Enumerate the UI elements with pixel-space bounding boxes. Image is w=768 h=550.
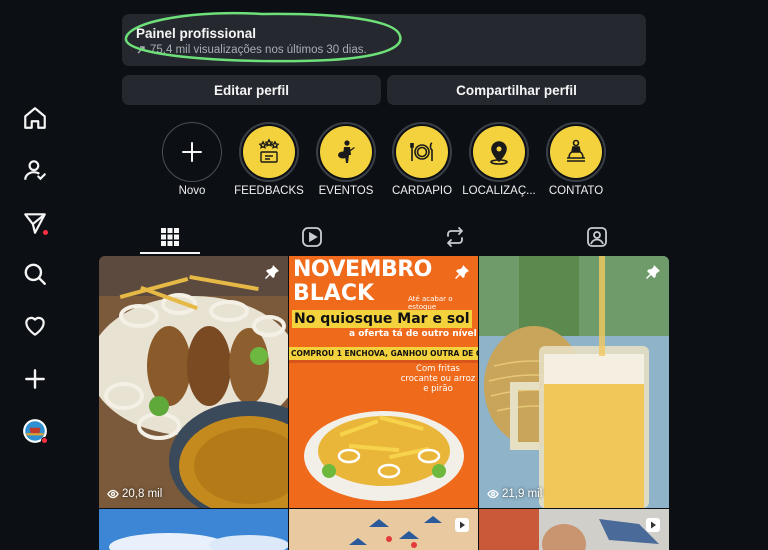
create-icon[interactable] bbox=[19, 363, 51, 395]
highlight-label: FEEDBACKS bbox=[234, 185, 304, 197]
share-profile-button[interactable]: Compartilhar perfil bbox=[387, 75, 646, 105]
post-tile-beer-glass[interactable]: 21,9 mil bbox=[479, 256, 669, 508]
heart-icon[interactable] bbox=[19, 310, 51, 342]
feedback-stars-icon bbox=[258, 138, 280, 163]
dashboard-subtitle: 75,4 mil visualizações nos últimos 30 di… bbox=[150, 44, 367, 56]
tab-reposts[interactable] bbox=[425, 220, 485, 254]
views-icon bbox=[107, 489, 119, 499]
side-navigation bbox=[0, 0, 70, 550]
poster-headline: NOVEMBRO bbox=[293, 257, 432, 282]
post-tile-novembro-black[interactable]: NOVEMBRO BLACK Até acabar o estoque No q… bbox=[289, 256, 478, 508]
notification-dot bbox=[42, 229, 49, 236]
highlight-eventos[interactable]: EVENTOS bbox=[306, 122, 386, 197]
poster-tagline: a oferta tá de outro nível bbox=[349, 329, 477, 339]
post-image bbox=[99, 256, 288, 508]
post-tile-beach[interactable] bbox=[289, 509, 478, 550]
pinned-icon bbox=[455, 265, 469, 279]
tab-tagged[interactable] bbox=[567, 220, 627, 254]
post-tile-fried-fish[interactable]: 20,8 mil bbox=[99, 256, 288, 508]
highlight-label: LOCALIZAÇ... bbox=[462, 185, 536, 197]
highlight-label: EVENTOS bbox=[318, 185, 374, 197]
highlight-label: Novo bbox=[178, 185, 206, 197]
people-icon[interactable] bbox=[19, 154, 51, 186]
messages-icon[interactable] bbox=[19, 207, 51, 239]
plate-cutlery-icon bbox=[410, 142, 433, 161]
post-tile-sky[interactable] bbox=[99, 509, 288, 550]
tagged-user-icon bbox=[587, 227, 607, 247]
profile-avatar[interactable] bbox=[19, 415, 51, 447]
reels-icon bbox=[302, 227, 322, 247]
professional-dashboard[interactable]: Painel profissional 75,4 mil visualizaçõ… bbox=[122, 14, 646, 66]
reel-icon bbox=[646, 518, 660, 532]
highlight-contato[interactable]: CONTATO bbox=[536, 122, 616, 197]
post-image bbox=[289, 509, 478, 550]
poster-note: Até acabar o estoque bbox=[408, 295, 453, 311]
notification-dot bbox=[41, 437, 48, 444]
post-tile-mascot[interactable] bbox=[479, 509, 669, 550]
edit-profile-button[interactable]: Editar perfil bbox=[122, 75, 381, 105]
home-icon[interactable] bbox=[19, 102, 51, 134]
dashboard-stats: 75,4 mil visualizações nos últimos 30 di… bbox=[136, 44, 367, 56]
views-icon bbox=[487, 489, 499, 499]
highlight-feedbacks[interactable]: FEEDBACKS bbox=[229, 122, 309, 197]
highlight-localizacao[interactable]: LOCALIZAÇ... bbox=[459, 122, 539, 197]
tab-posts-grid[interactable] bbox=[140, 220, 200, 254]
highlight-label: CARDÁPIO bbox=[391, 185, 453, 197]
dashboard-title: Painel profissional bbox=[136, 26, 257, 41]
post-image bbox=[479, 256, 669, 508]
search-icon[interactable] bbox=[19, 258, 51, 290]
grid-icon bbox=[161, 228, 179, 246]
poster-sides: Com fritas crocante ou arroz e pirão bbox=[400, 364, 476, 394]
pinned-icon bbox=[646, 265, 660, 279]
poster-offer: COMPROU 1 ENCHOVA, GANHOU OUTRA DE GRAÇA bbox=[289, 347, 478, 360]
tab-reels[interactable] bbox=[282, 220, 342, 254]
poster-place: No quiosque Mar e sol bbox=[292, 310, 472, 328]
poster-headline-2: BLACK bbox=[293, 281, 375, 306]
highlight-new[interactable]: Novo bbox=[152, 122, 232, 197]
view-count: 20,8 mil bbox=[107, 488, 162, 500]
plus-icon bbox=[182, 142, 202, 162]
repost-icon bbox=[447, 227, 463, 247]
trend-arrow-icon bbox=[137, 46, 145, 54]
highlight-label: CONTATO bbox=[548, 185, 604, 197]
view-count: 21,9 mil bbox=[487, 488, 542, 500]
highlight-cardapio[interactable]: CARDÁPIO bbox=[382, 122, 462, 197]
post-image bbox=[99, 509, 288, 550]
post-image bbox=[479, 509, 669, 550]
reel-icon bbox=[455, 518, 469, 532]
musician-icon bbox=[338, 140, 355, 163]
location-pin-icon bbox=[490, 141, 508, 165]
pinned-icon bbox=[265, 265, 279, 279]
service-bell-icon bbox=[567, 139, 585, 162]
